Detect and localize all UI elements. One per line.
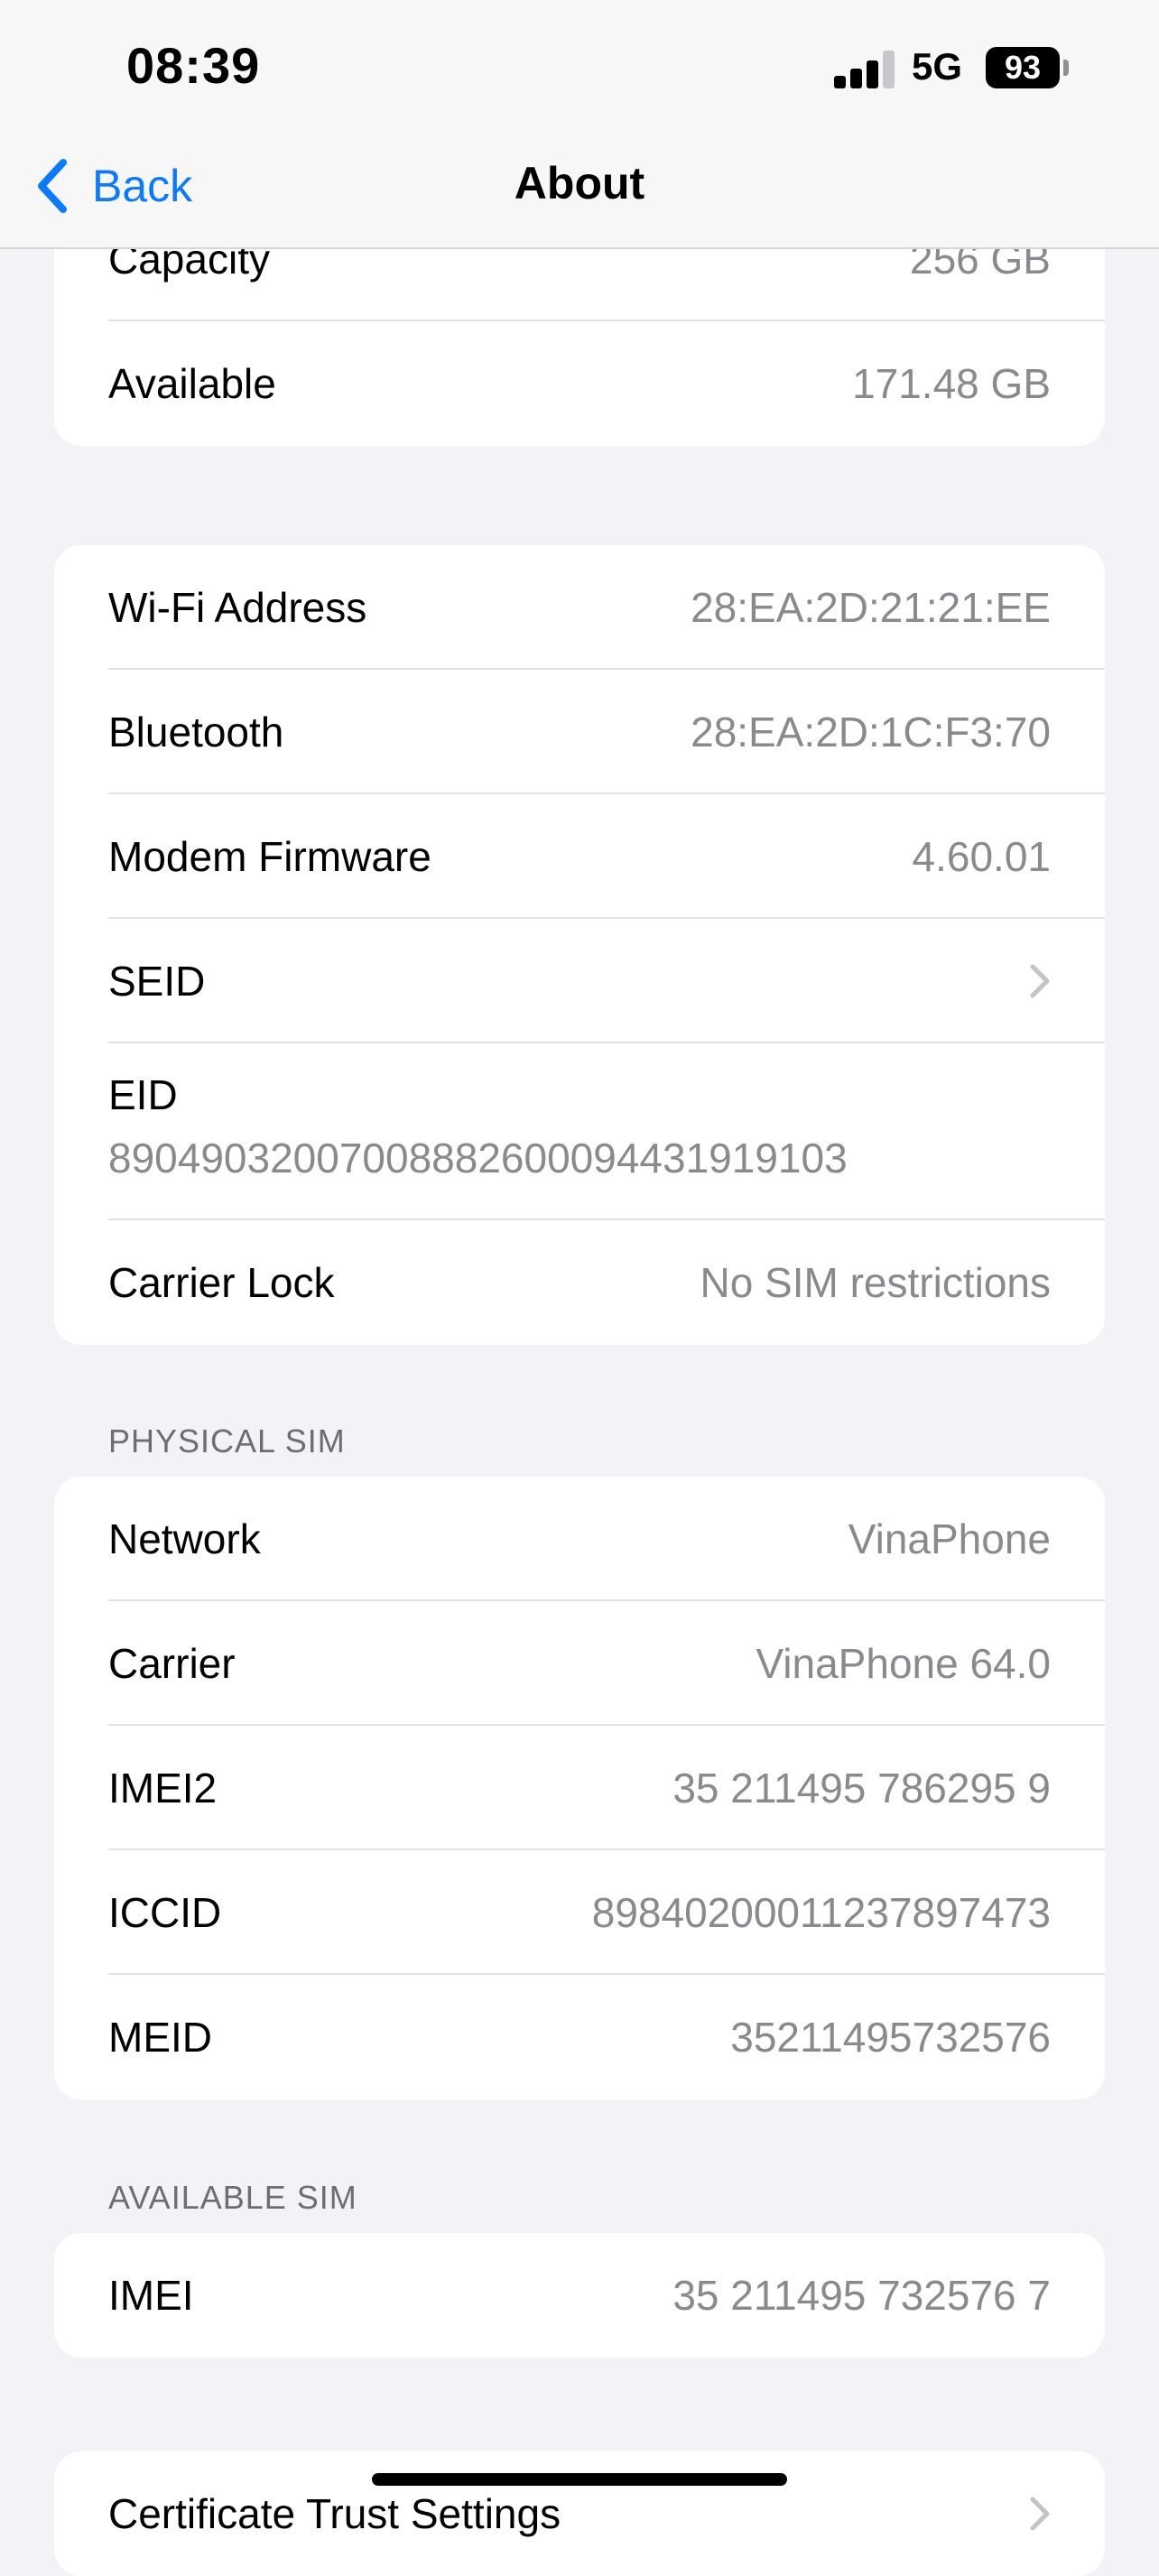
row-value: 4.60.01 bbox=[912, 833, 1051, 880]
row-label: IMEI2 bbox=[108, 1765, 218, 1812]
row-value: VinaPhone 64.0 bbox=[756, 1640, 1051, 1687]
row-label: EID bbox=[108, 1071, 178, 1118]
list-row-bluetooth: Bluetooth 28:EA:2D:1C:F3:70 bbox=[54, 670, 1105, 794]
list-row-iccid: ICCID 89840200011237897473 bbox=[54, 1850, 1105, 1975]
list-row-available: Available 171.48 GB bbox=[54, 321, 1105, 446]
list-row-seid[interactable]: SEID bbox=[54, 919, 1105, 1043]
list-row-imei2: IMEI2 35 211495 786295 9 bbox=[54, 1726, 1105, 1850]
row-label: Certificate Trust Settings bbox=[108, 2490, 561, 2537]
row-label: SEID bbox=[108, 958, 206, 1005]
row-label: Carrier Lock bbox=[108, 1259, 335, 1306]
list-row-meid: MEID 35211495732576 bbox=[54, 1975, 1105, 2099]
available-sim-group: IMEI 35 211495 732576 7 bbox=[54, 2233, 1105, 2358]
row-label: IMEI bbox=[108, 2272, 194, 2319]
row-value: 28:EA:2D:1C:F3:70 bbox=[691, 709, 1051, 755]
row-value: 89049032007008882600094431919103 bbox=[108, 1135, 848, 1181]
section-header-physical-sim: PHYSICAL SIM bbox=[108, 1422, 346, 1459]
chevron-right-icon bbox=[1030, 964, 1050, 998]
network-type: 5G bbox=[912, 45, 963, 88]
row-label: Network bbox=[108, 1515, 261, 1562]
list-row-carrier: Carrier VinaPhone 64.0 bbox=[54, 1601, 1105, 1726]
chevron-right-icon bbox=[1030, 2497, 1050, 2531]
identifiers-group: Wi-Fi Address 28:EA:2D:21:21:EE Bluetoot… bbox=[54, 545, 1105, 1345]
row-label: Carrier bbox=[108, 1640, 236, 1687]
list-row-modem-firmware: Modem Firmware 4.60.01 bbox=[54, 794, 1105, 919]
battery-tip bbox=[1063, 60, 1069, 76]
row-value: 35 211495 732576 7 bbox=[672, 2272, 1051, 2319]
section-header-available-sim: AVAILABLE SIM bbox=[108, 2179, 357, 2216]
physical-sim-group: Network VinaPhone Carrier VinaPhone 64.0… bbox=[54, 1477, 1105, 2099]
row-value: No SIM restrictions bbox=[700, 1259, 1051, 1306]
list-row-imei: IMEI 35 211495 732576 7 bbox=[54, 2233, 1105, 2358]
row-value: 35211495732576 bbox=[730, 2014, 1051, 2061]
status-time: 08:39 bbox=[126, 37, 261, 94]
list-row-wifi-address: Wi-Fi Address 28:EA:2D:21:21:EE bbox=[54, 545, 1105, 670]
row-label: Wi-Fi Address bbox=[108, 584, 367, 631]
battery-icon: 93 bbox=[986, 47, 1060, 88]
row-label: Available bbox=[108, 360, 276, 407]
row-label: MEID bbox=[108, 2014, 212, 2061]
row-value: 35 211495 786295 9 bbox=[672, 1765, 1051, 1812]
row-value: 89840200011237897473 bbox=[591, 1889, 1051, 1936]
list-row-eid: EID 89049032007008882600094431919103 bbox=[54, 1043, 1105, 1220]
list-row-carrier-lock: Carrier Lock No SIM restrictions bbox=[54, 1220, 1105, 1345]
row-value: 28:EA:2D:21:21:EE bbox=[691, 584, 1051, 631]
list-row-network: Network VinaPhone bbox=[54, 1477, 1105, 1601]
row-label: Modem Firmware bbox=[108, 833, 431, 880]
navigation-header: 08:39 5G 93 Back About bbox=[0, 0, 1159, 249]
list-row-certificate-trust-settings[interactable]: Certificate Trust Settings bbox=[54, 2451, 1105, 2576]
certificate-trust-group: Certificate Trust Settings bbox=[54, 2451, 1105, 2576]
row-value: VinaPhone bbox=[848, 1515, 1051, 1562]
row-value: 171.48 GB bbox=[852, 360, 1051, 407]
row-label: ICCID bbox=[108, 1889, 222, 1936]
cellular-signal-icon bbox=[834, 51, 895, 88]
page-title: About bbox=[514, 158, 645, 208]
home-indicator[interactable] bbox=[372, 2473, 787, 2486]
row-label: Bluetooth bbox=[108, 709, 284, 755]
